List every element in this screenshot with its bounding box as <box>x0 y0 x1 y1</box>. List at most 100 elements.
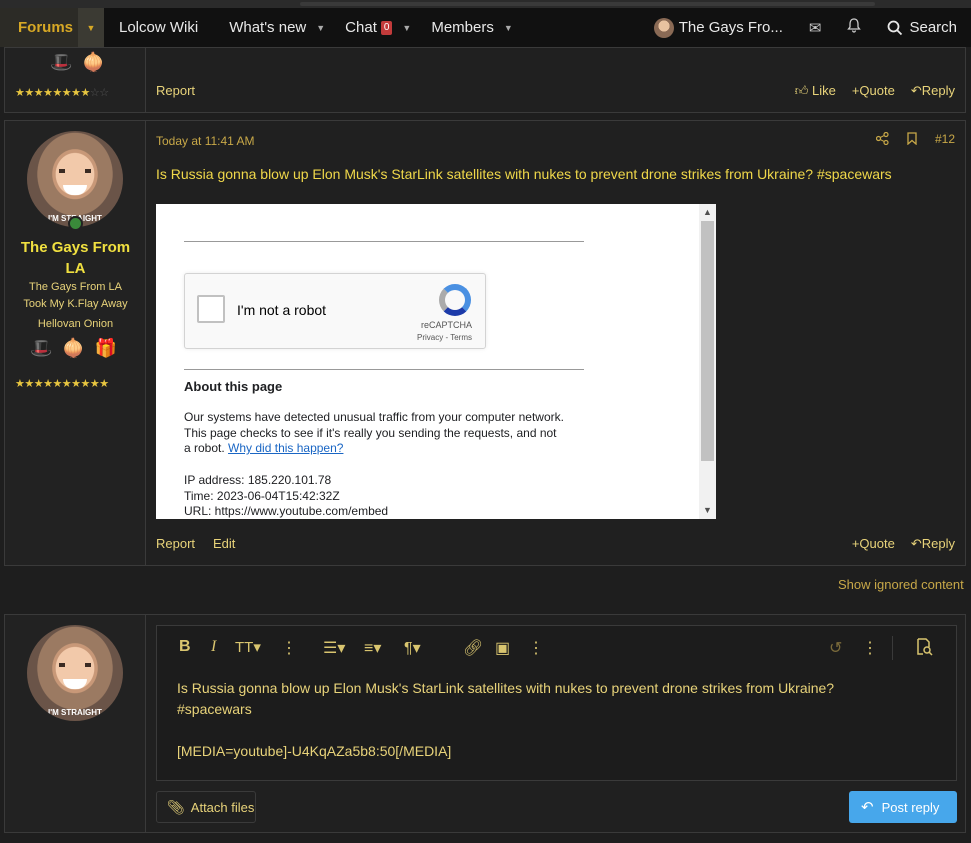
preview-icon[interactable] <box>915 638 933 661</box>
reply-button[interactable]: ↶Reply <box>911 83 955 99</box>
attach-files-button[interactable]: 📎︎ Attach files <box>156 791 256 823</box>
nav-search[interactable]: Search <box>887 19 957 36</box>
scroll-thumb[interactable] <box>701 221 714 461</box>
bold-icon[interactable]: B <box>179 638 191 656</box>
captcha-brand: reCAPTCHA <box>420 320 472 330</box>
quote-button[interactable]: +Quote <box>852 83 895 99</box>
editor-toolbar: B I TT▾ ⋮ ☰▾ ≡▾ ¶▾ 🔗︎ ▣ ⋮ ↺ ⋮ <box>157 626 956 670</box>
reply-label: Reply <box>921 536 955 551</box>
captcha-checkbox[interactable] <box>197 295 225 323</box>
nav-whats-new[interactable]: What's new ▼ <box>229 19 325 36</box>
user-awards: 🎩 🧅 🎁 <box>25 338 122 359</box>
list-icon[interactable]: ☰▾ <box>323 638 345 658</box>
chevron-down-icon[interactable]: ▼ <box>504 23 513 33</box>
editor-blank-line <box>177 720 937 741</box>
text-size-icon[interactable]: TT▾ <box>235 638 261 656</box>
editor-line: [MEDIA=youtube]-U4KqAZa5b8:50[/MEDIA] <box>177 743 452 759</box>
chevron-down-icon[interactable]: ▼ <box>78 8 104 47</box>
reply-editor[interactable]: B I TT▾ ⋮ ☰▾ ≡▾ ¶▾ 🔗︎ ▣ ⋮ ↺ ⋮ Is Russia … <box>156 625 957 781</box>
nav-chat-label: Chat <box>345 19 377 36</box>
nav-whats-new-label: What's new <box>229 19 307 36</box>
search-icon <box>888 20 903 35</box>
post-timestamp[interactable]: Today at 11:41 AM <box>156 134 255 148</box>
post-actions: +Quote ↶Reply <box>852 536 955 552</box>
nav-lolcow-wiki[interactable]: Lolcow Wiki <box>119 19 198 36</box>
scroll-up-icon[interactable]: ▲ <box>699 204 716 221</box>
quote-label: Quote <box>859 536 895 551</box>
italic-icon[interactable]: I <box>211 638 216 656</box>
nav-forums-label: Forums <box>18 19 74 36</box>
avatar-caption: I'M STRAIGHT <box>48 708 102 717</box>
tophat-award-icon: 🎩 <box>50 52 73 72</box>
reply-button[interactable]: ↶Reply <box>911 536 955 552</box>
reply-arrow-icon: ↶ <box>910 83 922 98</box>
reply-label: Reply <box>921 83 955 98</box>
more-options-icon[interactable]: ⋮ <box>862 638 878 658</box>
post-username[interactable]: The Gays From LA <box>5 237 146 279</box>
embed-scrollbar[interactable]: ▲ ▼ <box>699 204 716 519</box>
ip-address: IP address: 185.220.101.78 <box>184 473 332 487</box>
bookmark-icon[interactable] <box>907 132 917 145</box>
nav-right-group: The Gays Fro... ✉ Search <box>653 8 971 47</box>
report-link[interactable]: Report <box>156 536 195 551</box>
nav-members-label: Members <box>431 19 494 36</box>
captcha-terms[interactable]: Privacy - Terms <box>417 333 472 342</box>
post-12: I'M STRAIGHT The Gays From LA The Gays F… <box>4 120 966 566</box>
toolbar-divider <box>892 636 893 660</box>
nav-search-label: Search <box>909 19 957 36</box>
post-number-link[interactable]: #12 <box>935 132 955 146</box>
quote-button[interactable]: +Quote <box>852 536 895 552</box>
attach-label: Attach files <box>190 799 255 815</box>
user-title-line3: Hellovan Onion <box>37 318 114 330</box>
edit-link[interactable]: Edit <box>213 536 235 551</box>
paragraph-icon[interactable]: ¶▾ <box>404 638 421 658</box>
chevron-down-icon[interactable]: ▼ <box>402 23 411 33</box>
post-reply-label: Post reply <box>881 799 940 815</box>
more-options-icon[interactable]: ⋮ <box>528 638 544 658</box>
scroll-down-icon[interactable]: ▼ <box>699 502 716 519</box>
editor-content[interactable]: Is Russia gonna blow up Elon Musk's Star… <box>177 678 937 762</box>
envelope-icon[interactable]: ✉ <box>809 19 822 37</box>
divider <box>184 369 584 370</box>
undo-icon[interactable]: ↺ <box>829 638 842 658</box>
post-body-text: Is Russia gonna blow up Elon Musk's Star… <box>156 166 892 182</box>
scrollbar[interactable] <box>300 2 875 6</box>
nav-forums[interactable]: Forums ▼ <box>0 8 104 47</box>
nav-user-link[interactable]: The Gays Fro... <box>679 19 783 36</box>
chevron-down-icon[interactable]: ▼ <box>316 23 325 33</box>
why-link[interactable]: Why did this happen? <box>228 441 343 455</box>
recaptcha-widget: I'm not a robot reCAPTCHA Privacy - Term… <box>184 273 486 349</box>
avatar[interactable]: I'M STRAIGHT <box>27 131 123 227</box>
captcha-label: I'm not a robot <box>237 302 327 318</box>
recaptcha-logo-icon <box>439 284 471 316</box>
stars-filled: ★★★★★★★★ <box>15 87 90 99</box>
online-status-icon <box>68 216 83 231</box>
bell-icon[interactable] <box>847 18 862 37</box>
nav-members[interactable]: Members ▼ <box>431 19 512 36</box>
paperclip-icon: 📎︎ <box>167 798 185 815</box>
like-button[interactable]: 👍︎ Like <box>795 83 836 99</box>
align-icon[interactable]: ≡▾ <box>364 638 381 658</box>
onion-award-icon: 🧅 <box>82 52 105 72</box>
more-options-icon[interactable]: ⋮ <box>281 638 297 658</box>
post-previous: 🎩 🧅 ★★★★★★★★☆☆ Report 👍︎ Like +Quote ↶Rep… <box>4 47 966 113</box>
youtube-embed-frame[interactable]: I'm not a robot reCAPTCHA Privacy - Term… <box>156 204 716 519</box>
nav-chat[interactable]: Chat 0 ▼ <box>345 19 411 36</box>
image-icon[interactable]: ▣ <box>495 638 510 658</box>
request-url: URL: https://www.youtube.com/embed <box>184 504 389 518</box>
link-icon[interactable]: 🔗︎ <box>463 638 483 658</box>
editor-line: Is Russia gonna blow up Elon Musk's Star… <box>177 680 835 696</box>
report-link[interactable]: Report <box>156 83 195 98</box>
share-icon[interactable] <box>875 132 889 145</box>
thumbs-up-icon: 👍︎ <box>794 83 809 98</box>
show-ignored-content-link[interactable]: Show ignored content <box>838 577 964 592</box>
request-details: IP address: 185.220.101.78 Time: 2023-06… <box>184 473 388 520</box>
like-label: Like <box>811 83 836 98</box>
quote-label: Quote <box>859 83 895 98</box>
main-navbar: Forums ▼ Lolcow Wiki What's new ▼ Chat 0 ▼ … <box>0 8 971 47</box>
user-rating-stars: ★★★★★★★★☆☆ <box>15 86 109 99</box>
post-reply-button[interactable]: ↶ Post reply <box>849 791 957 823</box>
post-meta-actions: #12 <box>875 132 955 146</box>
editor-line: #spacewars <box>177 701 252 717</box>
avatar[interactable] <box>653 17 674 38</box>
